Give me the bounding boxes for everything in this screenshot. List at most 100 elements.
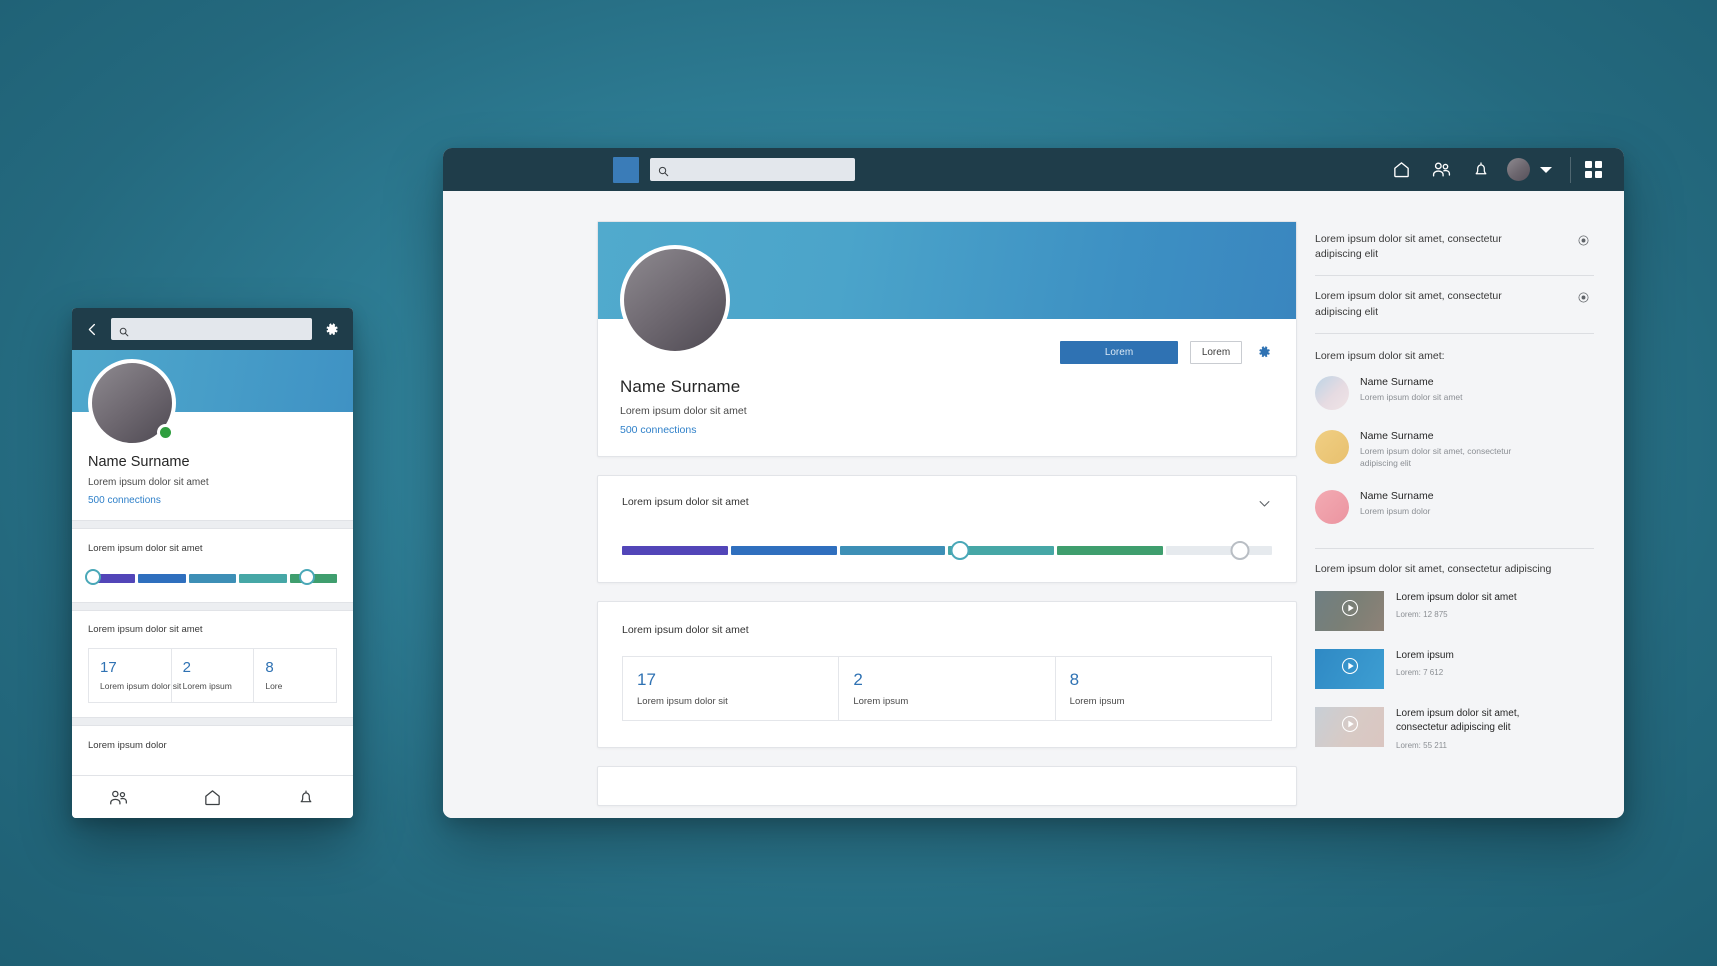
mobile-footer-title: Lorem ipsum dolor	[72, 726, 353, 751]
people-icon[interactable]	[94, 776, 144, 819]
mobile-search-input[interactable]	[134, 324, 312, 334]
avatar[interactable]	[1507, 158, 1530, 181]
chevron-left-icon[interactable]	[85, 322, 100, 337]
mobile-bottom-nav	[72, 775, 353, 818]
video-thumbnail	[1315, 706, 1384, 747]
video-item[interactable]: Lorem ipsum Lorem: 7 612	[1315, 643, 1594, 701]
people-heading: Lorem ipsum dolor sit amet:	[1315, 349, 1445, 362]
logo-tile[interactable]	[613, 156, 639, 183]
person-avatar	[1315, 375, 1349, 410]
mobile-stats-title: Lorem ipsum dolor sit amet	[88, 624, 203, 635]
person-name: Name Surname	[1360, 429, 1434, 442]
bell-icon[interactable]	[281, 776, 331, 819]
slider-segment-1	[622, 546, 728, 555]
search-icon	[658, 164, 669, 177]
mobile-stat-label: Lorem ipsum dolor sit	[100, 681, 182, 691]
stat-cell: 8 Lorem ipsum	[1056, 657, 1271, 720]
profile-details: Lorem Lorem Name Surname Lorem ipsum dol…	[598, 245, 1296, 456]
primary-action-button[interactable]: Lorem	[1060, 340, 1178, 364]
mobile-section-gap-1	[72, 520, 353, 529]
mobile-stat-number: 17	[100, 659, 117, 676]
bell-icon[interactable]	[1461, 148, 1501, 191]
video-meta: Lorem: 55 211	[1396, 740, 1447, 750]
gradient-slider[interactable]	[622, 541, 1272, 560]
slider-card-header: Lorem ipsum dolor sit amet	[622, 496, 1272, 516]
slider-knob-secondary[interactable]	[1230, 541, 1249, 560]
video-meta: Lorem: 12 875	[1396, 610, 1448, 620]
slider-segment-3	[839, 546, 946, 555]
mobile-topbar	[72, 308, 353, 350]
mobile-stats-section: Lorem ipsum dolor sit amet 17 Lorem ipsum…	[72, 611, 353, 703]
slider-segment-6	[1166, 546, 1272, 555]
mobile-stats-row: 17 Lorem ipsum dolor sit 2 Lorem ipsum 8 Lore	[88, 648, 337, 703]
video-item[interactable]: Lorem ipsum dolor sit amet, consectetur …	[1315, 701, 1594, 762]
rail-notice-text: Lorem ipsum dolor sit amet, consectetur …	[1315, 290, 1502, 318]
mobile-avatar-wrap	[88, 359, 176, 447]
play-icon[interactable]	[1340, 714, 1360, 739]
person-item[interactable]: Name Surname Lorem ipsum dolor sit amet	[1315, 366, 1594, 420]
desktop-window: Lorem Lorem Name Surname Lorem ipsum dol…	[443, 148, 1624, 818]
play-icon[interactable]	[1340, 656, 1360, 681]
mobile-profile: Name Surname Lorem ipsum dolor sit amet …	[72, 359, 353, 520]
search-input[interactable]	[675, 164, 845, 175]
play-icon[interactable]	[1340, 598, 1360, 623]
person-item[interactable]: Name Surname Lorem ipsum dolor sit amet, …	[1315, 420, 1594, 480]
rail-divider	[1315, 547, 1594, 549]
rail-notice-item[interactable]: Lorem ipsum dolor sit amet, consectetur …	[1315, 276, 1594, 334]
rail-notice-list: Lorem ipsum dolor sit amet, consectetur …	[1315, 219, 1594, 334]
stats-card-title: Lorem ipsum dolor sit amet	[622, 624, 749, 636]
connections-link[interactable]: 500 connections	[620, 424, 1274, 436]
video-list: Lorem ipsum dolor sit amet Lorem: 12 875 L…	[1315, 585, 1594, 762]
secondary-action-button[interactable]: Lorem	[1190, 340, 1242, 364]
mobile-search-bar[interactable]	[111, 318, 312, 340]
chevron-down-icon[interactable]	[1257, 496, 1272, 516]
stat-cell: 17 Lorem ipsum dolor sit	[623, 657, 840, 720]
person-description: Lorem ipsum dolor sit amet	[1360, 391, 1463, 402]
mobile-connections-link[interactable]: 500 connections	[88, 495, 337, 506]
mobile-stat-number: 2	[182, 659, 192, 676]
video-item[interactable]: Lorem ipsum dolor sit amet Lorem: 12 875	[1315, 585, 1594, 643]
chevron-down-icon[interactable]	[1540, 166, 1552, 173]
slider-card: Lorem ipsum dolor sit amet	[597, 475, 1297, 583]
next-card-stub	[597, 766, 1297, 806]
mobile-slider-segment-2	[138, 574, 186, 583]
person-avatar	[1315, 429, 1349, 464]
people-list: Name Surname Lorem ipsum dolor sit amet Na…	[1315, 366, 1594, 534]
search-bar[interactable]	[650, 158, 855, 181]
mobile-window: Name Surname Lorem ipsum dolor sit amet …	[72, 308, 353, 818]
navbar-actions	[1381, 148, 1602, 191]
mobile-slider-knob-secondary[interactable]	[299, 569, 316, 585]
profile-card: Lorem Lorem Name Surname Lorem ipsum dol…	[597, 221, 1297, 457]
mobile-slider-knob-primary[interactable]	[84, 569, 101, 585]
online-status-badge	[157, 424, 174, 441]
mobile-section-gap-2	[72, 602, 353, 611]
navbar-divider	[1570, 156, 1571, 183]
home-icon[interactable]	[1381, 148, 1421, 191]
profile-avatar[interactable]	[620, 245, 730, 355]
rail-notice-text: Lorem ipsum dolor sit amet, consectetur …	[1315, 233, 1502, 261]
people-icon[interactable]	[1421, 148, 1461, 191]
video-title: Lorem ipsum dolor sit amet, consectetur …	[1396, 707, 1520, 734]
desktop-navbar	[443, 148, 1624, 191]
gear-icon[interactable]	[323, 321, 340, 338]
desktop-body: Lorem Lorem Name Surname Lorem ipsum dol…	[443, 191, 1624, 818]
mobile-slider-title: Lorem ipsum dolor sit amet	[88, 543, 203, 554]
target-icon[interactable]	[1577, 291, 1590, 309]
mobile-slider-segment-3	[188, 574, 237, 583]
grid-apps-icon[interactable]	[1585, 161, 1602, 178]
person-item[interactable]: Name Surname Lorem ipsum dolor	[1315, 480, 1594, 534]
target-icon[interactable]	[1577, 234, 1590, 252]
videos-heading: Lorem ipsum dolor sit amet, consectetur …	[1315, 562, 1552, 575]
stat-label: Lorem ipsum	[1069, 696, 1125, 707]
person-description: Lorem ipsum dolor	[1360, 505, 1431, 516]
slider-segment-2	[730, 546, 837, 555]
home-icon[interactable]	[187, 776, 237, 819]
slider-knob-primary[interactable]	[950, 541, 970, 560]
mobile-gradient-slider[interactable]	[84, 569, 338, 585]
right-rail: Lorem ipsum dolor sit amet, consectetur …	[1297, 191, 1624, 818]
gear-icon[interactable]	[1254, 342, 1274, 362]
mobile-stat-number: 8	[265, 659, 274, 676]
profile-name: Name Surname	[620, 377, 741, 396]
rail-notice-item[interactable]: Lorem ipsum dolor sit amet, consectetur …	[1315, 219, 1594, 277]
video-thumbnail	[1315, 648, 1384, 689]
